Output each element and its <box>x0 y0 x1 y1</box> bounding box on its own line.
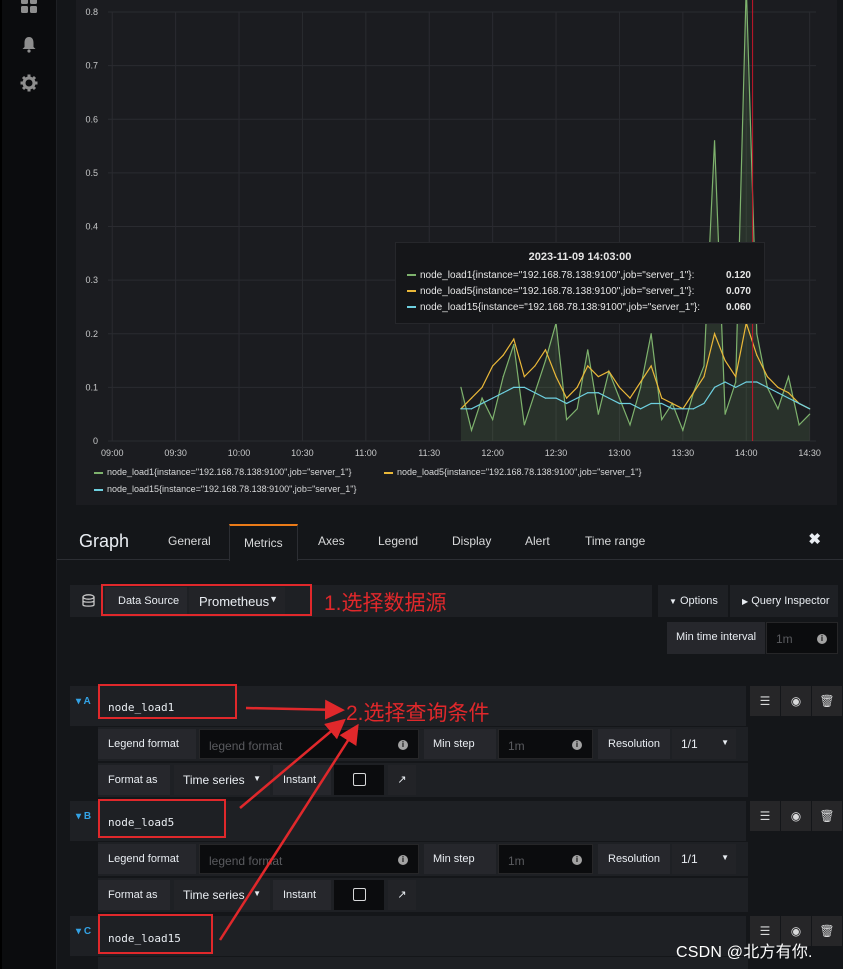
annotation-arrow <box>218 723 359 941</box>
annotation-arrow <box>239 718 346 809</box>
annotation-arrows <box>218 699 359 941</box>
watermark: CSDN @北方有你. <box>676 944 813 961</box>
annotation-arrow <box>245 699 345 720</box>
